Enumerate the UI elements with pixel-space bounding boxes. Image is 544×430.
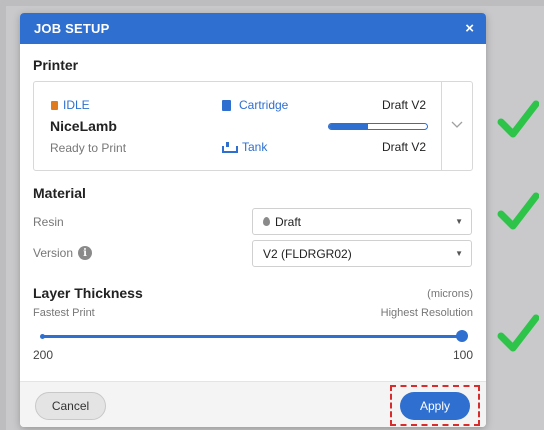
printer-name: NiceLamb (50, 118, 117, 134)
slider-max-label: 100 (452, 348, 473, 362)
chevron-down-icon[interactable] (451, 118, 463, 130)
material-section-title: Material (33, 185, 86, 201)
card-divider (441, 82, 442, 170)
cartridge-level-bar (328, 123, 428, 130)
info-icon[interactable]: i (78, 246, 93, 260)
printer-status: IDLE (51, 98, 90, 112)
layer-thickness-slider-thumb[interactable] (456, 330, 468, 342)
layer-thickness-unit: (microns) (427, 288, 473, 300)
checkmark-icon (497, 314, 539, 352)
slider-captions: Fastest Print Highest Resolution (33, 307, 473, 319)
tank-row: Tank (222, 140, 267, 154)
version-label: Version i (33, 246, 93, 260)
slider-right-caption: Highest Resolution (380, 307, 473, 319)
resin-label: Resin (33, 215, 64, 229)
tank-icon (222, 141, 238, 153)
resin-select-value: Draft (263, 215, 301, 229)
cartridge-row: Cartridge (222, 98, 288, 112)
cartridge-icon (222, 99, 231, 111)
cartridge-level-fill (329, 124, 369, 129)
checkmark-icon (497, 192, 539, 230)
tank-value: Draft V2 (381, 140, 426, 154)
drop-icon (263, 217, 270, 226)
cartridge-value: Draft V2 (381, 98, 426, 112)
slider-min-marker (40, 334, 45, 339)
layer-thickness-title: Layer Thickness (33, 285, 143, 301)
job-setup-dialog: JOB SETUP × Printer IDLE NiceLamb Ready … (20, 13, 486, 427)
slider-range-labels: 200 100 (33, 348, 473, 362)
close-icon[interactable]: × (465, 21, 474, 36)
layer-thickness-slider-track[interactable] (42, 335, 462, 338)
printer-status-label: IDLE (63, 98, 90, 112)
backdrop-strip (0, 0, 6, 430)
cartridge-label: Cartridge (239, 98, 289, 112)
checkmark-icon (497, 100, 539, 138)
caret-down-icon: ▼ (455, 217, 463, 226)
printer-card[interactable]: IDLE NiceLamb Ready to Print Cartridge D… (33, 81, 473, 171)
version-value: V2 (FLDRGR02) (263, 246, 352, 261)
printer-state: Ready to Print (50, 141, 127, 155)
dialog-footer: Cancel Apply (20, 381, 486, 427)
slider-left-caption: Fastest Print (33, 307, 95, 319)
dialog-titlebar: JOB SETUP × (20, 13, 486, 44)
apply-button[interactable]: Apply (400, 392, 470, 420)
tank-label: Tank (242, 140, 268, 154)
cancel-button[interactable]: Cancel (35, 392, 106, 420)
slider-min-label: 200 (33, 348, 54, 362)
caret-down-icon: ▼ (455, 249, 463, 258)
dialog-title: JOB SETUP (34, 21, 110, 36)
resin-label-text: Resin (33, 215, 64, 229)
backdrop-strip (0, 0, 544, 6)
printer-section-title: Printer (33, 57, 79, 73)
resin-value: Draft (275, 214, 302, 229)
status-dot-icon (51, 100, 58, 110)
resin-select[interactable]: Draft ▼ (252, 208, 472, 235)
version-select[interactable]: V2 (FLDRGR02) ▼ (252, 240, 472, 267)
version-label-text: Version (33, 246, 74, 260)
